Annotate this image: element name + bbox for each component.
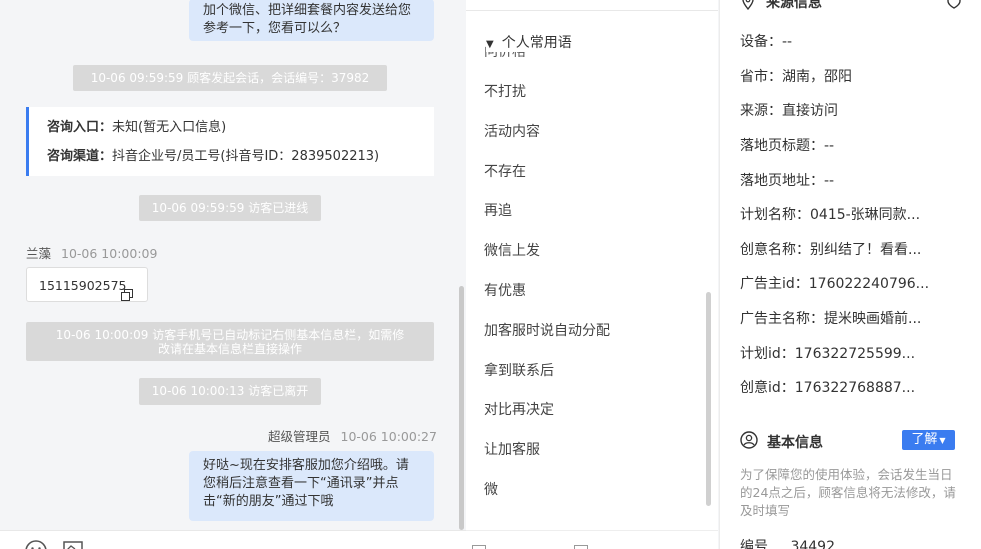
user-circle-icon bbox=[740, 431, 758, 453]
visitor-phone-message[interactable]: 15115902575 bbox=[26, 267, 148, 302]
shield-icon[interactable] bbox=[946, 0, 962, 13]
info-row-region: 省市：湖南，邵阳 bbox=[740, 69, 852, 85]
consult-source-card: 咨询入口：未知(暂无入口信息) 咨询渠道：抖音企业号/员工号(抖音号ID：283… bbox=[26, 107, 434, 176]
learn-more-button[interactable]: 了解 ▼ bbox=[902, 430, 955, 450]
basic-info-note: 为了保障您的使用体验，会话发生当日 的24点之后，顾客信息将无法修改，请 及时填… bbox=[740, 466, 962, 520]
image-icon[interactable] bbox=[63, 541, 83, 549]
consult-channel-row: 咨询渠道：抖音企业号/员工号(抖音号ID：2839502213) bbox=[47, 142, 434, 171]
chat-input-toolbar bbox=[0, 530, 466, 549]
entry-value: 未知(暂无入口信息) bbox=[112, 120, 227, 135]
phrases-scrollbar[interactable] bbox=[706, 292, 711, 506]
message-line: 加个微信、把详细套餐内容发送给您 bbox=[203, 3, 412, 18]
visitor-info-panel: 来源信息 设备：-- 省市：湖南，邵阳 来源：直接访问 落地页标题：-- 落地页… bbox=[719, 0, 981, 549]
agent-message-bubble: 加个微信、把详细套餐内容发送给您 参考一下，您看可以么？ bbox=[189, 0, 434, 41]
system-message-session-start: 10-06 09:59:59 顾客发起会话，会话编号：37982 bbox=[73, 65, 387, 91]
note-line: 改请在基本信息栏直接操作 bbox=[157, 342, 302, 356]
phrase-item[interactable]: 不存在 bbox=[484, 161, 526, 181]
note-line: 及时填写 bbox=[740, 503, 791, 518]
channel-value: 抖音企业号/员工号(抖音号ID：2839502213) bbox=[112, 149, 380, 164]
agent-message-bubble: 好哒~现在安排客服加您介绍哦。请 您稍后注意查看一下“通讯录”并点 击“新的朋友… bbox=[189, 451, 434, 521]
info-row-source: 来源：直接访问 bbox=[740, 103, 838, 119]
info-row-number: 编号 34492 bbox=[740, 536, 835, 549]
checkbox[interactable] bbox=[472, 545, 486, 549]
consult-entry-row: 咨询入口：未知(暂无入口信息) bbox=[47, 113, 434, 142]
checkbox[interactable] bbox=[574, 545, 588, 549]
phrase-item[interactable]: 再追 bbox=[484, 200, 512, 220]
phrase-item[interactable]: 让加客服 bbox=[484, 439, 540, 459]
visitor-phone: 15115902575 bbox=[39, 278, 127, 293]
info-row-plan-id: 计划id：176322725599... bbox=[740, 346, 916, 362]
phrase-item[interactable]: 加客服时说自动分配 bbox=[484, 320, 610, 340]
phrase-item[interactable]: 不打扰 bbox=[484, 81, 526, 101]
source-info-title: 来源信息 bbox=[766, 0, 822, 11]
agent-time: 10-06 10:00:27 bbox=[340, 429, 437, 444]
agent-message-meta: 超级管理员 10-06 10:00:27 bbox=[268, 426, 437, 445]
info-row-landing-url: 落地页地址：-- bbox=[740, 173, 835, 189]
number-value[interactable]: 34492 bbox=[790, 539, 835, 549]
message-line: 好哒~现在安排客服加您介绍哦。请 bbox=[203, 458, 409, 473]
note-line: 10-06 10:00:09 访客手机号已自动标记右侧基本信息栏，如需修 bbox=[55, 328, 405, 342]
phrase-item[interactable]: 活动内容 bbox=[484, 121, 540, 141]
phrase-item[interactable]: 对比再决定 bbox=[484, 399, 554, 419]
chat-panel: 加个微信、把详细套餐内容发送给您 参考一下，您看可以么？ 10-06 09:59… bbox=[0, 0, 466, 549]
phrases-bottom-bar bbox=[466, 530, 718, 549]
visitor-message-meta: 兰藻 10-06 10:00:09 bbox=[26, 243, 157, 262]
phrase-group-title: 个人常用语 bbox=[501, 35, 572, 51]
caret-down-icon: ▼ bbox=[939, 436, 946, 445]
visitor-time: 10-06 10:00:09 bbox=[61, 246, 158, 261]
chat-scrollbar[interactable] bbox=[459, 286, 464, 530]
phrase-item[interactable]: 微 bbox=[484, 479, 498, 499]
message-line: 参考一下，您看可以么？ bbox=[203, 21, 347, 36]
learn-more-label: 了解 bbox=[911, 432, 938, 447]
emoji-icon[interactable] bbox=[25, 540, 47, 549]
phrase-item[interactable]: 有优惠 bbox=[484, 280, 526, 300]
info-row-advertiser-name: 广告主名称：提米映画婚前... bbox=[740, 311, 922, 327]
location-pin-icon bbox=[740, 0, 756, 14]
note-line: 为了保障您的使用体验，会话发生当日 bbox=[740, 467, 953, 482]
visitor-name: 兰藻 bbox=[26, 246, 52, 261]
info-row-creative-name: 创意名称：别纠结了！看看... bbox=[740, 242, 922, 258]
channel-label: 咨询渠道： bbox=[47, 149, 113, 164]
entry-label: 咨询入口： bbox=[47, 120, 113, 135]
info-row-creative-id: 创意id：176322768887... bbox=[740, 380, 916, 396]
basic-info-title: 基本信息 bbox=[767, 435, 823, 451]
agent-name: 超级管理员 bbox=[268, 429, 331, 444]
copy-icon[interactable] bbox=[121, 279, 133, 314]
system-message-visitor-enter: 10-06 09:59:59 访客已进线 bbox=[139, 195, 321, 221]
phrase-item[interactable]: 拿到联系后 bbox=[484, 360, 554, 380]
info-row-plan-name: 计划名称：0415-张琳同款... bbox=[740, 207, 921, 223]
note-line: 的24点之后，顾客信息将无法修改，请 bbox=[740, 485, 956, 500]
system-message-visitor-left: 10-06 10:00:13 访客已离开 bbox=[139, 378, 321, 405]
message-line: 击“新的朋友”通过下哦 bbox=[203, 494, 334, 509]
info-row-advertiser-id: 广告主id：176022240796... bbox=[740, 276, 930, 292]
message-line: 您稍后注意查看一下“通讯录”并点 bbox=[203, 476, 399, 491]
info-row-landing-title: 落地页标题：-- bbox=[740, 138, 835, 154]
phrase-item[interactable]: 微信上发 bbox=[484, 240, 540, 260]
system-message-phone-note: 10-06 10:00:09 访客手机号已自动标记右侧基本信息栏，如需修 改请在… bbox=[26, 322, 434, 361]
caret-down-icon: ▼ bbox=[486, 39, 494, 50]
divider bbox=[466, 10, 718, 11]
phrase-group-toggle[interactable]: ▼ 个人常用语 bbox=[486, 32, 572, 52]
info-row-device: 设备：-- bbox=[740, 34, 793, 50]
number-label: 编号 bbox=[740, 539, 768, 549]
quick-phrases-panel: 问价格 ▼个人常用语 不打扰 活动内容 不存在 再追 微信上发 有优惠 加客服时… bbox=[466, 0, 718, 549]
